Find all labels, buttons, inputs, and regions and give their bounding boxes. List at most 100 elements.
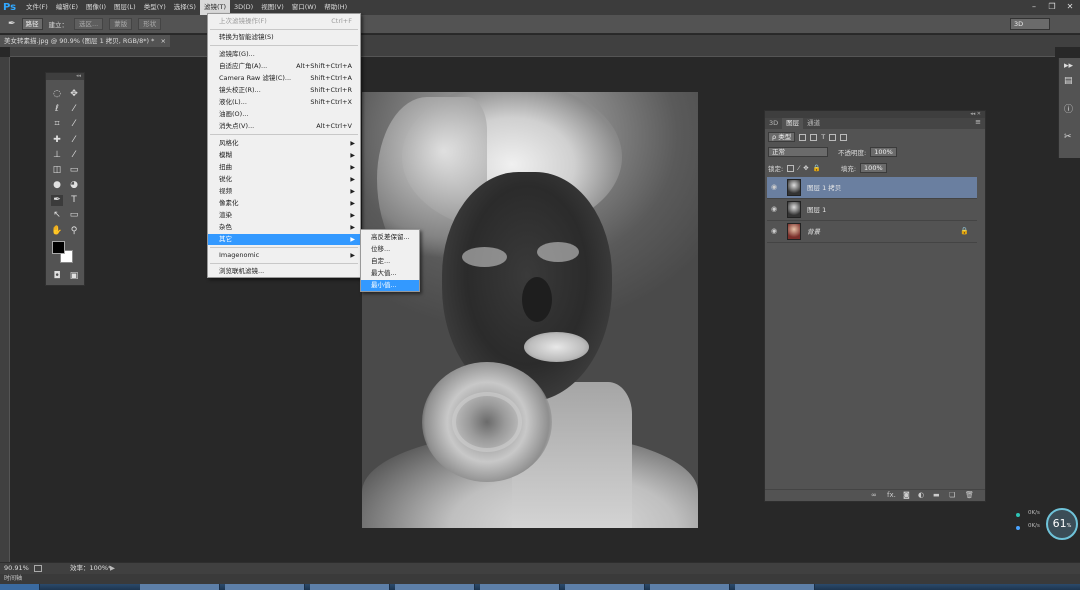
menu-vanishing-point[interactable]: 消失点(V)... Alt+Ctrl+V [208, 121, 360, 132]
menu-convert-smart-filter[interactable]: 转换为智能滤镜(S) [208, 32, 360, 43]
taskbar-item[interactable] [735, 584, 815, 590]
menu-render[interactable]: 渲染 ▶ [208, 210, 360, 221]
menu-stylize[interactable]: 风格化 ▶ [208, 138, 360, 149]
minimize-icon[interactable]: – [1028, 2, 1040, 12]
move-icon[interactable]: ✥ [68, 89, 80, 100]
trash-icon[interactable]: 🗑 [965, 491, 974, 499]
folder-icon[interactable]: ▬ [933, 491, 940, 499]
selection-button[interactable]: 选区... [74, 18, 104, 30]
crop-icon[interactable]: ⌗ [51, 119, 63, 130]
close-tab-icon[interactable]: × [161, 35, 166, 47]
menu-filter-gallery[interactable]: 滤镜库(G)... [208, 49, 360, 60]
foreground-color-swatch[interactable] [52, 241, 65, 254]
type-icon[interactable]: T [68, 195, 80, 206]
properties-icon[interactable]: ▤ [1064, 76, 1073, 86]
taskbar-item[interactable] [310, 584, 390, 590]
eye-icon[interactable]: ◉ [771, 183, 780, 192]
quick-select-icon[interactable]: ⁄ [68, 104, 80, 115]
submenu-custom[interactable]: 自定... [361, 256, 419, 267]
opacity-input[interactable]: 100% [870, 147, 897, 157]
menu-image[interactable]: 图像(I) [82, 0, 110, 15]
submenu-maximum[interactable]: 最大值... [361, 268, 419, 279]
fx-icon[interactable]: fx. [887, 491, 896, 499]
quickmask-icon[interactable]: ◘ [51, 271, 63, 282]
layer-row[interactable]: ◉ 图层 1 拷贝 [767, 177, 977, 199]
menu-noise[interactable]: 杂色 ▶ [208, 222, 360, 233]
menu-other[interactable]: 其它 ▶ [208, 234, 360, 245]
path-select-icon[interactable]: ↖ [51, 210, 63, 221]
kind-filter-select[interactable]: ρ 类型 [768, 132, 796, 142]
layer-row[interactable]: ◉ 背景 🔒 [767, 221, 977, 243]
panel-menu-icon[interactable]: ≡ [975, 118, 985, 129]
menu-oil-paint[interactable]: 油画(O)... [208, 109, 360, 120]
info-icon[interactable]: ⓘ [1064, 102, 1073, 115]
menu-type[interactable]: 类型(Y) [140, 0, 170, 15]
tab-channels[interactable]: 通道 [803, 118, 824, 129]
tab-layers[interactable]: 图层 [782, 118, 804, 129]
tab-3d[interactable]: 3D [765, 118, 782, 129]
history-brush-icon[interactable]: ⁄ [68, 150, 80, 161]
lock-paint-icon[interactable]: ⁄ [798, 164, 799, 172]
taskbar-item[interactable] [225, 584, 305, 590]
menu-lens-correction[interactable]: 镜头校正(R)... Shift+Ctrl+R [208, 85, 360, 96]
start-button[interactable] [0, 584, 40, 590]
adjustment-icon[interactable]: ◐ [918, 491, 924, 499]
pen-icon[interactable]: ✒ [8, 19, 16, 29]
new-layer-icon[interactable]: ❏ [949, 491, 955, 499]
shape-button[interactable]: 形状 [138, 18, 162, 30]
lasso-icon[interactable]: ℓ [51, 104, 63, 115]
menu-layer[interactable]: 图层(L) [110, 0, 140, 15]
filter-pixel-icon[interactable] [799, 133, 807, 141]
menu-select[interactable]: 选择(S) [170, 0, 200, 15]
taskbar-item[interactable] [480, 584, 560, 590]
brush-icon[interactable]: ⁄ [68, 135, 80, 146]
menu-camera-raw[interactable]: Camera Raw 滤镜(C)... Shift+Ctrl+A [208, 73, 360, 84]
menu-imagenomic[interactable]: Imagenomic ▶ [208, 250, 360, 261]
zoom-icon[interactable] [34, 565, 42, 572]
menu-blur[interactable]: 模糊 ▶ [208, 150, 360, 161]
tools-preset-icon[interactable]: ✂ [1064, 132, 1072, 142]
filter-shape-icon[interactable] [829, 133, 837, 141]
eyedropper-icon[interactable]: ⁄ [68, 119, 80, 130]
link-icon[interactable]: ∞ [871, 491, 877, 499]
panel-grip[interactable]: ◂◂ ✕ [765, 111, 985, 118]
gradient-icon[interactable]: ▭ [68, 165, 80, 176]
restore-icon[interactable]: ❐ [1046, 2, 1058, 12]
menu-edit[interactable]: 编辑(E) [52, 0, 82, 15]
hand-icon[interactable]: ✋ [51, 226, 63, 237]
zoom-icon[interactable]: ⚲ [68, 226, 80, 237]
lock-all-icon[interactable]: 🔒 [813, 164, 821, 172]
eraser-icon[interactable]: ◫ [51, 165, 63, 176]
workspace-select[interactable]: 3D [1010, 18, 1050, 30]
menu-pixelate[interactable]: 像素化 ▶ [208, 198, 360, 209]
menu-distort[interactable]: 扭曲 ▶ [208, 162, 360, 173]
screen-mode-icon[interactable]: ▣ [68, 271, 80, 282]
pen-tool-icon[interactable]: ✒ [51, 195, 63, 206]
collapse-icon[interactable]: ▸▸ [1064, 61, 1073, 71]
menu-browse-online-filters[interactable]: 浏览联机滤镜... [208, 266, 360, 277]
healing-icon[interactable]: ✚ [51, 135, 63, 146]
filter-type-icon[interactable]: T [821, 133, 825, 141]
filter-adjust-icon[interactable] [810, 133, 818, 141]
menu-file[interactable]: 文件(F) [22, 0, 52, 15]
zoom-level[interactable]: 90.91% [4, 563, 29, 574]
close-icon[interactable]: ✕ [1064, 2, 1076, 12]
taskbar-item[interactable] [650, 584, 730, 590]
submenu-offset[interactable]: 位移... [361, 244, 419, 255]
submenu-high-pass[interactable]: 高反差保留... [361, 232, 419, 243]
eye-icon[interactable]: ◉ [771, 227, 780, 236]
menu-adaptive-wide-angle[interactable]: 自适应广角(A)... Alt+Shift+Ctrl+A [208, 61, 360, 72]
stamp-icon[interactable]: ⊥ [51, 150, 63, 161]
timeline-panel[interactable]: 时间轴 [0, 574, 1080, 584]
fill-input[interactable]: 100% [860, 163, 887, 173]
menu-liquify[interactable]: 液化(L)... Shift+Ctrl+X [208, 97, 360, 108]
mask-icon[interactable]: ◙ [903, 491, 910, 499]
menu-video[interactable]: 视频 ▶ [208, 186, 360, 197]
lock-move-icon[interactable]: ✥ [803, 164, 808, 172]
eye-icon[interactable]: ◉ [771, 205, 780, 214]
speed-percent-circle[interactable]: 61% [1046, 508, 1078, 540]
menu-sharpen[interactable]: 锐化 ▶ [208, 174, 360, 185]
mask-button[interactable]: 蒙版 [109, 18, 133, 30]
submenu-minimum[interactable]: 最小值... [361, 280, 419, 291]
shape-icon[interactable]: ▭ [68, 210, 80, 221]
